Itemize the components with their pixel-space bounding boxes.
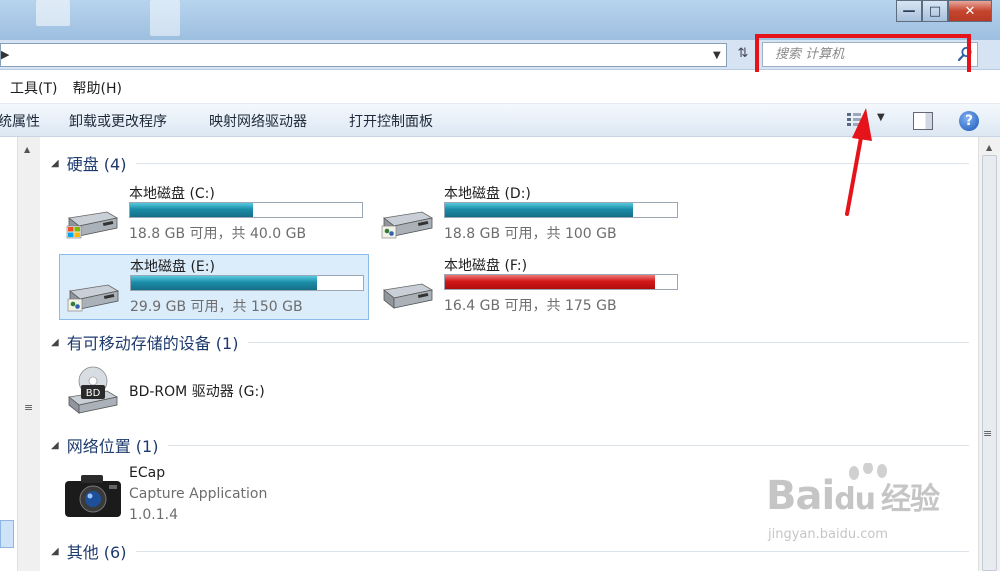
scroll-up-icon[interactable]: ▲ [24,145,30,154]
device-name: ECap [129,465,166,481]
change-view-icon[interactable] [846,112,862,128]
menu-tools[interactable]: 工具(T) [10,78,57,98]
group-header-hard-disks[interactable]: ◢ 硬盘 (4) [51,151,969,175]
device-version: 1.0.1.4 [129,507,178,523]
camera-icon [65,475,121,517]
bdrom-drive[interactable]: BD BD-ROM 驱动器 (G:) [59,359,379,419]
collapse-icon[interactable]: ◢ [51,440,59,451]
scroll-grip-icon[interactable]: ≡ [24,401,33,414]
system-properties-button[interactable]: 统属性 [0,111,40,131]
group-header-removable[interactable]: ◢ 有可移动存储的设备 (1) [51,330,969,354]
watermark-url: jingyan.baidu.com [768,527,888,542]
group-divider [136,162,969,164]
scroll-grip-icon[interactable]: ≡ [983,427,992,440]
bd-badge: BD [86,388,101,399]
close-button[interactable]: ✕ [948,0,992,22]
drive-capacity: 29.9 GB 可用，共 150 GB [130,299,303,315]
collapse-icon[interactable]: ◢ [51,546,59,557]
drive-c[interactable]: 本地磁盘 (C:) 18.8 GB 可用，共 40.0 GB [59,182,369,248]
drive-d[interactable]: 本地磁盘 (D:) 18.8 GB 可用，共 100 GB [374,182,684,248]
collapse-icon[interactable]: ◢ [51,337,59,348]
watermark-brand-part2: du [834,482,876,517]
help-icon[interactable]: ? [959,111,979,131]
drive-usage-fill [445,275,656,289]
window-controls: — □ ✕ [896,0,992,22]
menu-help[interactable]: 帮助(H) [72,78,121,98]
drive-capacity: 16.4 GB 可用，共 175 GB [444,298,617,314]
drive-usage-fill [445,203,634,217]
collapse-icon[interactable]: ◢ [51,158,59,169]
background-window-ghost [150,0,180,36]
map-network-drive-button[interactable]: 映射网络驱动器 [209,111,307,131]
watermark-cn: 经验 [881,482,940,517]
background-window-ghost [36,0,70,26]
watermark-brand: Baidu 经验 [766,473,940,519]
scroll-up-icon[interactable]: ▲ [986,143,992,152]
hard-drive-icon [383,283,434,309]
uninstall-program-button[interactable]: 卸载或更改程序 [69,111,167,131]
group-title: 有可移动存储的设备 (1) [66,334,239,353]
refresh-icon[interactable]: ⇅ [732,46,754,64]
baidu-watermark: Baidu 经验 jingyan.baidu.com [766,463,996,553]
group-title: 网络位置 (1) [66,437,159,456]
address-dropdown-icon[interactable]: ▼ [713,50,721,61]
drive-name: 本地磁盘 (C:) [129,186,215,202]
address-bar[interactable]: ▶ ▼ [0,43,727,67]
group-divider [168,444,969,446]
network-item-ecap[interactable]: ECap Capture Application 1.0.1.4 [59,463,379,525]
hard-drive-icon [381,211,434,239]
watermark-brand-part1: Bai [766,473,835,519]
drive-usage-bar [130,275,364,291]
drive-name: 本地磁盘 (F:) [444,258,528,274]
minimize-button[interactable]: — [896,0,922,22]
drive-usage-bar [444,202,678,218]
drive-name: 本地磁盘 (E:) [130,259,215,275]
open-control-panel-button[interactable]: 打开控制面板 [349,111,433,131]
hard-drive-windows-icon [66,211,119,239]
menu-bar: 工具(T) 帮助(H) [0,72,1000,104]
device-name: BD-ROM 驱动器 (G:) [129,384,265,400]
drive-capacity: 18.8 GB 可用，共 100 GB [444,226,617,242]
device-description: Capture Application [129,486,268,502]
drive-capacity: 18.8 GB 可用，共 40.0 GB [129,226,307,242]
hard-drive-icon [67,284,120,312]
drive-usage-fill [131,276,317,290]
view-dropdown-icon[interactable]: ▼ [877,112,885,123]
drive-name: 本地磁盘 (D:) [444,186,531,202]
group-divider [248,341,969,343]
drive-f[interactable]: 本地磁盘 (F:) 16.4 GB 可用，共 175 GB [374,254,684,320]
maximize-button[interactable]: □ [922,0,948,22]
group-title: 硬盘 (4) [66,155,127,174]
drive-usage-bar [444,274,678,290]
group-header-network[interactable]: ◢ 网络位置 (1) [51,433,969,457]
breadcrumb-arrow-icon[interactable]: ▶ [1,48,9,61]
nav-selected-item[interactable] [0,520,14,548]
preview-pane-icon[interactable] [913,112,933,130]
bd-rom-drive-icon: BD [68,366,119,414]
drive-e[interactable]: 本地磁盘 (E:) 29.9 GB 可用，共 150 GB [59,254,369,320]
nav-scrollbar[interactable]: ▲ ≡ [17,137,40,571]
group-title: 其他 (6) [66,543,127,562]
drive-usage-bar [129,202,363,218]
command-bar: 统属性 卸载或更改程序 映射网络驱动器 打开控制面板 ▼ ? [0,104,1000,137]
drive-usage-fill [130,203,253,217]
